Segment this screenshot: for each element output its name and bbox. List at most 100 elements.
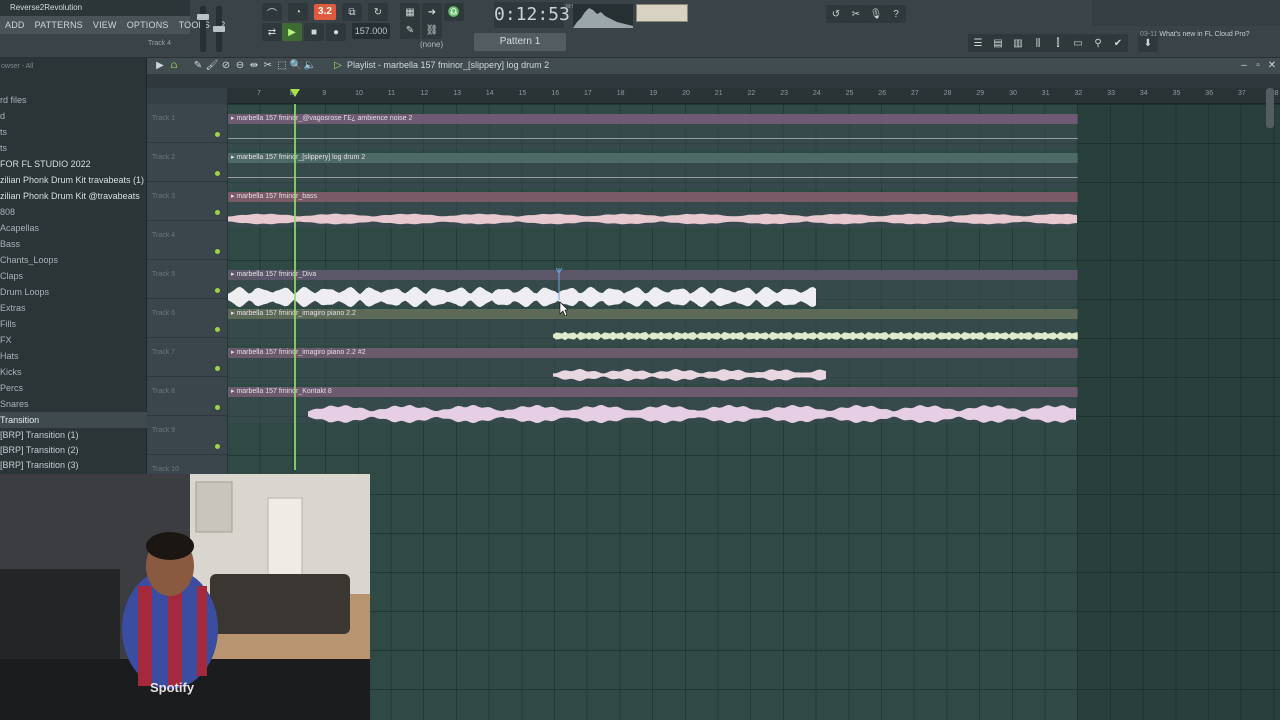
browser-item[interactable]: Extras xyxy=(0,300,147,316)
channel-selector[interactable]: (none) xyxy=(420,40,443,49)
track-mute-led[interactable] xyxy=(215,171,220,176)
track-mute-led[interactable] xyxy=(215,288,220,293)
browser-item[interactable]: ts xyxy=(0,140,147,156)
paint-tool-icon[interactable]: 🖌 xyxy=(205,58,219,72)
slider-knob[interactable] xyxy=(213,26,225,32)
playhead-marker[interactable] xyxy=(290,89,300,97)
mute-tool-icon[interactable]: ⊖ xyxy=(233,58,247,72)
draw-tool-icon[interactable]: ✎ xyxy=(191,58,205,72)
audio-clip[interactable]: ▸ marbella 157 fminor_[slippery] log dru… xyxy=(228,153,1078,189)
menu-add[interactable]: ADD xyxy=(0,20,30,30)
browser-item[interactable]: Drum Loops xyxy=(0,284,147,300)
minimize-icon[interactable]: – xyxy=(1237,58,1251,72)
mic-icon[interactable]: ♎ xyxy=(444,3,464,21)
step-edit-icon[interactable]: ⧉ xyxy=(342,3,362,21)
browser-item[interactable]: FX xyxy=(0,332,147,348)
browser-item[interactable]: Snares xyxy=(0,396,147,412)
browser-item[interactable]: [BRP] Transition (2) xyxy=(0,443,147,458)
browser-item[interactable]: 808 xyxy=(0,204,147,220)
track-header[interactable]: Track 4 xyxy=(147,221,227,260)
track-mute-led[interactable] xyxy=(215,444,220,449)
fader-icon[interactable]: ⫿ xyxy=(1048,34,1068,52)
browser-item[interactable]: [BRP] Transition (3) xyxy=(0,458,147,473)
arrow-icon[interactable]: ➜ xyxy=(422,3,442,21)
stop-icon[interactable]: ■ xyxy=(304,23,324,41)
tools-icon[interactable]: ✔ xyxy=(1108,34,1128,52)
track-mute-led[interactable] xyxy=(215,210,220,215)
browser-item[interactable]: Fills xyxy=(0,316,147,332)
audio-clip[interactable]: ▸ marbella 157 fminor_bass xyxy=(228,192,1078,228)
collapse-icon[interactable]: ▶ xyxy=(153,58,167,72)
undo-icon[interactable]: ↺ xyxy=(826,5,846,23)
zoom-tool-icon[interactable]: 🔍 xyxy=(289,58,303,72)
browser-icon[interactable]: ▭ xyxy=(1068,34,1088,52)
browser-item[interactable]: FOR FL STUDIO 2022 xyxy=(0,156,147,172)
browser-item[interactable]: Chants_Loops xyxy=(0,252,147,268)
browser-item[interactable]: [BRP] Transition (1) xyxy=(0,428,147,443)
record-icon[interactable]: ● xyxy=(326,23,346,41)
track-mute-led[interactable] xyxy=(215,132,220,137)
browser-item[interactable]: Transition xyxy=(0,412,147,428)
pencil-icon[interactable]: ✎ xyxy=(400,21,420,39)
playback-tool-icon[interactable]: 🔈 xyxy=(303,58,317,72)
browser-item[interactable]: zilian Phonk Drum Kit travabeats (1) xyxy=(0,172,147,188)
microphone-icon[interactable]: 🎙 xyxy=(866,5,886,23)
browser-item[interactable]: Hats xyxy=(0,348,147,364)
channel-rack-icon[interactable]: ▤ xyxy=(988,34,1008,52)
browser-item[interactable]: zilian Phonk Drum Kit @travabeats xyxy=(0,188,147,204)
browser-item[interactable]: d xyxy=(0,108,147,124)
audio-clip[interactable]: ▸ marbella 157 fminor_imagiro piano 2.2 xyxy=(228,309,1078,345)
select-tool-icon[interactable]: ⬚ xyxy=(275,58,289,72)
menu-options[interactable]: OPTIONS xyxy=(122,20,174,30)
menu-patterns[interactable]: PATTERNS xyxy=(30,20,88,30)
play-icon[interactable]: ▶ xyxy=(282,23,302,41)
cut-icon[interactable]: ✂ xyxy=(846,5,866,23)
maximize-icon[interactable]: ▫ xyxy=(1251,58,1265,72)
browser-item[interactable]: Kicks xyxy=(0,364,147,380)
slider-knob[interactable] xyxy=(197,14,209,20)
browser-item[interactable]: rd files xyxy=(0,92,147,108)
metronome-icon[interactable]: ⌒ xyxy=(262,3,282,21)
link-icon[interactable]: ⛓ xyxy=(422,21,442,39)
track-mute-led[interactable] xyxy=(215,405,220,410)
slip-tool-icon[interactable]: ⇹ xyxy=(247,58,261,72)
pattern-selector[interactable]: Pattern 1 xyxy=(474,33,566,51)
browser-item[interactable]: Bass xyxy=(0,236,147,252)
track-header[interactable]: Track 1 xyxy=(147,104,227,143)
play-arrow-icon[interactable]: ▷ xyxy=(331,58,345,72)
track-mute-led[interactable] xyxy=(215,249,220,254)
master-pitch-slider[interactable] xyxy=(213,6,225,52)
time-display[interactable]: 0:12:53 xyxy=(494,2,570,28)
vertical-scrollbar[interactable] xyxy=(1266,88,1274,128)
song-mode-icon[interactable]: ⇄ xyxy=(262,23,282,41)
track-header[interactable]: Track 5 xyxy=(147,260,227,299)
piano-roll-icon[interactable]: ▥ xyxy=(1008,34,1028,52)
master-volume-slider[interactable] xyxy=(197,6,209,52)
audio-clip[interactable]: ▸ marbella 157 fminor_@vagosrose Γ£¿ amb… xyxy=(228,114,1078,150)
track-header[interactable]: Track 2 xyxy=(147,143,227,182)
wait-icon[interactable]: ◔ xyxy=(288,3,308,21)
track-mute-led[interactable] xyxy=(215,327,220,332)
audio-clip[interactable]: ▸ marbella 157 fminor_Diva xyxy=(228,270,1078,308)
timeline-ruler[interactable]: 7 8 9 10 11 12 13 14 15 16 17 18 19 20 21 22 23 24 25 26 27 2… xyxy=(227,88,1280,104)
menu-tools[interactable]: TOOLS xyxy=(174,20,215,30)
browser-item[interactable]: Claps xyxy=(0,268,147,284)
whats-new-panel[interactable]: 03-11 What's new in FL Cloud Pro? xyxy=(1140,30,1250,54)
audio-clip[interactable]: ▸ marbella 157 fminor_Kontakt 8 xyxy=(228,387,1078,424)
close-icon[interactable]: ✕ xyxy=(1265,58,1279,72)
snap-icon[interactable]: ⩍ xyxy=(167,58,181,72)
slice-tool-icon[interactable]: ✂ xyxy=(261,58,275,72)
tempo-display[interactable]: 157.000 xyxy=(352,23,390,39)
help-icon[interactable]: ? xyxy=(886,5,906,23)
track-header[interactable]: Track 8 xyxy=(147,377,227,416)
track-header[interactable]: Track 9 xyxy=(147,416,227,455)
mixer-icon[interactable]: ⫼ xyxy=(1028,34,1048,52)
audio-clip[interactable]: ▸ marbella 157 fminor_imagiro piano 2.2 … xyxy=(228,348,1078,384)
delete-tool-icon[interactable]: ⊘ xyxy=(219,58,233,72)
track-header[interactable]: Track 3 xyxy=(147,182,227,221)
browser-item[interactable]: Acapellas xyxy=(0,220,147,236)
loop-record-icon[interactable]: ↻ xyxy=(368,3,388,21)
browser-item[interactable]: Percs xyxy=(0,380,147,396)
track-mute-led[interactable] xyxy=(215,366,220,371)
playlist-icon[interactable]: ☰ xyxy=(968,34,988,52)
